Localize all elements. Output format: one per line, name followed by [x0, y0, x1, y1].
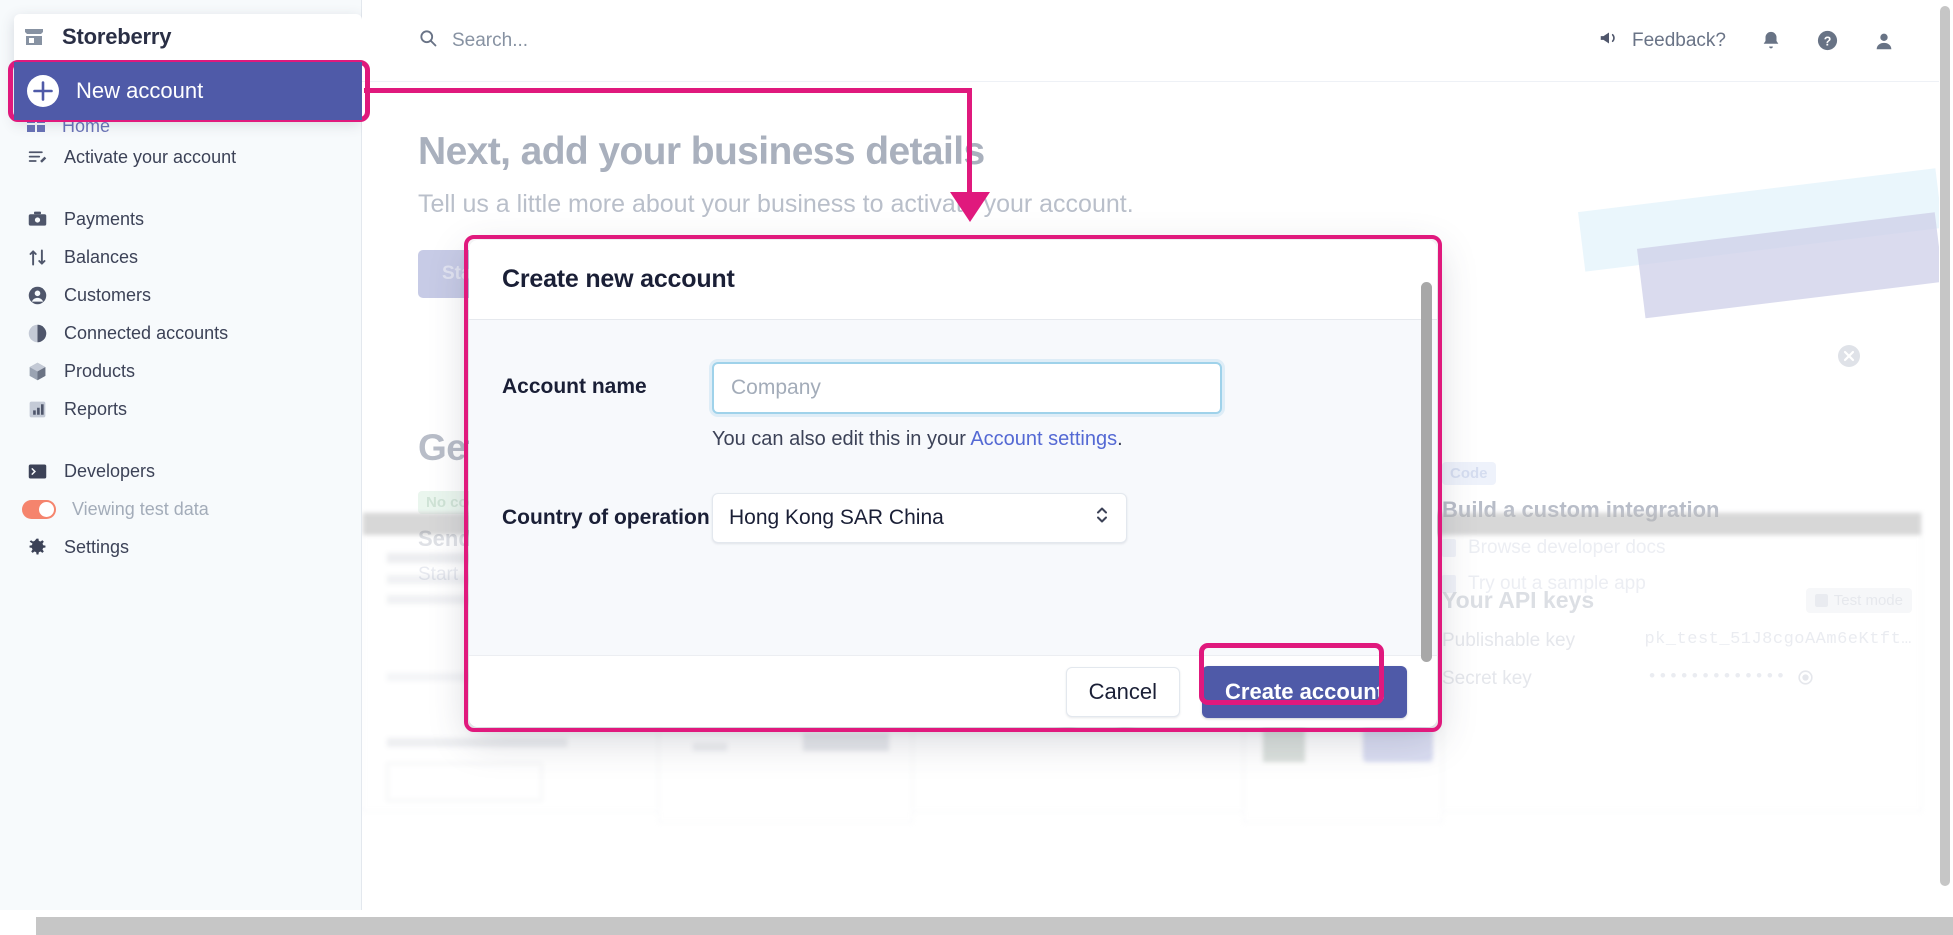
help-prefix: You can also edit this in your	[712, 428, 971, 450]
app-root: Storeberry Storeberry New account	[0, 0, 1953, 935]
account-name-label: Account name	[502, 375, 647, 398]
brand-row[interactable]: Storeberry	[22, 24, 171, 50]
modal-footer: Cancel Create account	[469, 655, 1437, 727]
scrollbar-corner	[0, 917, 36, 935]
modal-body: Account name Company You can also edit t…	[469, 320, 1437, 655]
modal-title: Create new account	[502, 265, 735, 293]
account-name-input[interactable]: Company	[712, 362, 1222, 414]
chevron-updown-icon	[1094, 504, 1110, 532]
account-settings-link[interactable]: Account settings	[970, 428, 1117, 450]
sidebar-item-new-account[interactable]: New account	[14, 62, 362, 120]
annotation-connector-vertical	[967, 88, 972, 198]
country-select[interactable]: Hong Kong SAR China	[712, 493, 1127, 543]
page-horizontal-scrollbar[interactable]	[36, 917, 1953, 935]
modal-header: Create new account	[469, 240, 1437, 320]
account-name-placeholder: Company	[731, 376, 821, 399]
account-name-row: Account name Company You can also edit t…	[502, 362, 1437, 451]
modal-scrollbar[interactable]	[1421, 282, 1432, 662]
create-account-modal: Create new account Account name Company …	[469, 240, 1437, 727]
help-suffix: .	[1117, 428, 1123, 450]
account-name-field-col: Company You can also edit this in your A…	[712, 362, 1437, 451]
page-vertical-scrollbar[interactable]	[1939, 2, 1952, 897]
annotation-arrow-head	[950, 192, 990, 222]
country-row: Country of operation Hong Kong SAR China	[502, 493, 1437, 543]
account-name-help: You can also edit this in your Account s…	[712, 428, 1437, 451]
new-account-label: New account	[76, 78, 204, 103]
country-field-col: Hong Kong SAR China	[712, 493, 1437, 543]
create-account-button[interactable]: Create account	[1202, 665, 1407, 718]
cancel-button[interactable]: Cancel	[1065, 666, 1181, 717]
annotation-connector-horizontal	[364, 88, 972, 93]
plus-circle-icon	[26, 74, 60, 108]
country-value: Hong Kong SAR China	[729, 506, 944, 529]
brand-name-top: Storeberry	[62, 24, 172, 49]
vertical-scroll-thumb[interactable]	[1940, 6, 1950, 886]
country-label: Country of operation	[502, 506, 710, 529]
store-icon-top	[22, 25, 46, 49]
